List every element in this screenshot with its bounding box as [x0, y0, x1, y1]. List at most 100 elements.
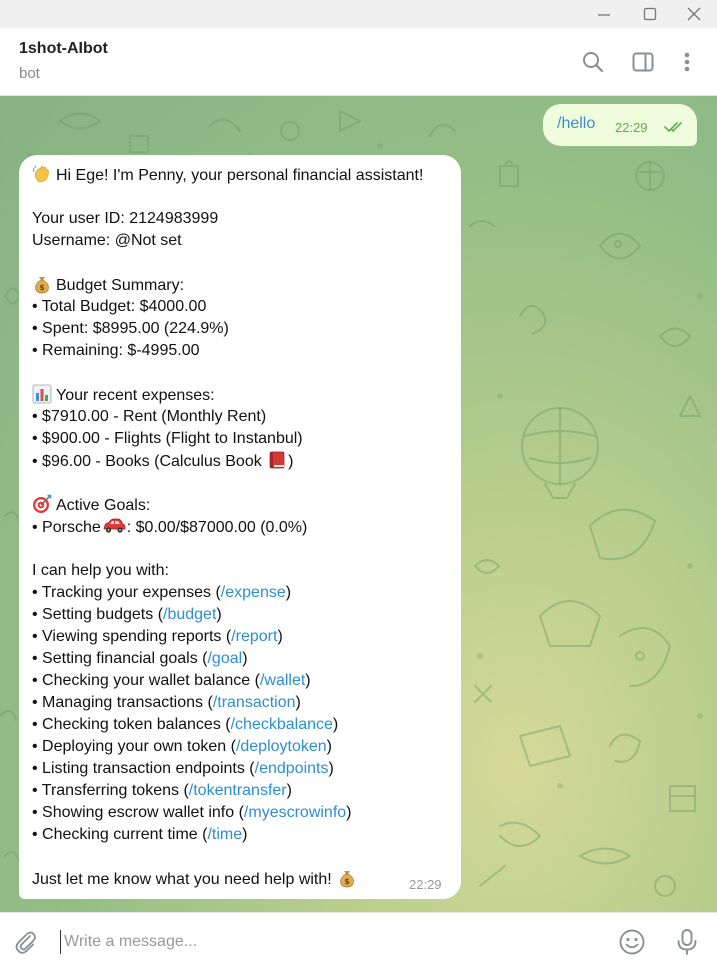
- close-icon: [687, 7, 701, 21]
- outgoing-timestamp: 22:29: [615, 120, 648, 135]
- command-link[interactable]: /expense: [221, 584, 286, 601]
- help-item: • Setting budgets (/budget): [32, 604, 457, 626]
- budget-heading-text: Budget Summary:: [56, 277, 185, 294]
- chat-area[interactable]: /hello 22:29 Hi Ege! I'm Penny, your per…: [0, 96, 717, 912]
- help-item-end: ): [216, 606, 222, 623]
- help-item-end: ): [277, 628, 283, 645]
- car-icon: [103, 518, 126, 533]
- command-link[interactable]: /budget: [163, 606, 216, 623]
- closing-text: Just let me know what you need help with…: [32, 871, 337, 888]
- help-item-label: • Setting budgets (: [32, 606, 164, 623]
- target-icon: [33, 494, 52, 513]
- help-item: • Listing transaction endpoints (/endpoi…: [32, 758, 457, 780]
- command-link[interactable]: /goal: [207, 650, 242, 667]
- expense-item: • $900.00 - Flights (Flight to Instanbul…: [32, 430, 303, 447]
- help-item-label: • Setting financial goals (: [32, 650, 208, 667]
- minimize-icon: [598, 14, 610, 16]
- sidebar-toggle-button[interactable]: [629, 48, 657, 76]
- help-intro: I can help you with:: [32, 562, 169, 579]
- user-id-line: Your user ID: 2124983999: [32, 210, 219, 227]
- more-options-button[interactable]: [673, 48, 701, 76]
- emoji-icon: [619, 929, 645, 955]
- budget-heading: $ Budget Summary:: [32, 274, 457, 296]
- help-item: • Setting financial goals (/goal): [32, 648, 457, 670]
- greeting-text: Hi Ege! I'm Penny, your personal financi…: [56, 167, 424, 184]
- attach-button[interactable]: [12, 928, 40, 956]
- help-item-end: ): [285, 584, 292, 601]
- help-item-label: • Checking token balances (: [32, 716, 231, 733]
- message-body: Hi Ege! I'm Penny, your personal financi…: [32, 164, 457, 890]
- help-item-end: ): [328, 760, 334, 777]
- voice-message-button[interactable]: [673, 928, 701, 956]
- svg-text:$: $: [39, 283, 45, 292]
- help-item-end: ): [305, 672, 311, 689]
- help-item: • Checking current time (/time): [32, 824, 457, 846]
- waving-hand-icon: [33, 165, 49, 182]
- help-item-label: • Deploying your own token (: [32, 738, 236, 755]
- command-link[interactable]: /tokentransfer: [189, 782, 287, 799]
- command-link[interactable]: /transaction: [213, 694, 296, 711]
- expenses-heading-text: Your recent expenses:: [56, 387, 215, 404]
- help-item: • Managing transactions (/transaction): [32, 692, 457, 714]
- window-titlebar: [0, 0, 717, 28]
- command-link[interactable]: /time: [207, 826, 242, 843]
- command-link[interactable]: /myescrowinfo: [244, 804, 346, 821]
- search-button[interactable]: [579, 48, 607, 76]
- money-bag-icon: $: [340, 871, 354, 888]
- expense-item: • $96.00 - Books (Calculus Book ): [32, 450, 457, 472]
- budget-total-line: • Total Budget: $4000.00: [32, 298, 207, 315]
- bar-chart-icon: [32, 384, 52, 404]
- incoming-message[interactable]: Hi Ege! I'm Penny, your personal financi…: [19, 155, 461, 899]
- outgoing-command-link[interactable]: /hello: [557, 115, 595, 133]
- chat-title[interactable]: 1shot-AIbot: [19, 40, 108, 58]
- expense-item-end: ): [288, 453, 294, 470]
- help-item: • Checking token balances (/checkbalance…: [32, 714, 457, 736]
- help-item-label: • Transferring tokens (: [32, 782, 189, 799]
- help-item-end: ): [286, 782, 292, 799]
- command-link[interactable]: /report: [231, 628, 277, 645]
- help-item-label: • Tracking your expenses (: [32, 584, 221, 601]
- help-item: • Tracking your expenses (/expense): [32, 582, 457, 604]
- budget-remaining-line: • Remaining: $-4995.00: [32, 342, 200, 359]
- expense-item-text: • $96.00 - Books (Calculus Book: [32, 453, 267, 470]
- close-button[interactable]: [671, 0, 717, 28]
- book-icon: [269, 451, 285, 469]
- help-item-end: ): [346, 804, 352, 821]
- help-item-label: • Managing transactions (: [32, 694, 213, 711]
- message-composer: [0, 912, 717, 970]
- help-item-label: • Viewing spending reports (: [32, 628, 232, 645]
- command-link[interactable]: /checkbalance: [231, 716, 333, 733]
- outgoing-message[interactable]: /hello 22:29: [543, 104, 697, 146]
- goals-heading-text: Active Goals:: [56, 497, 151, 514]
- microphone-icon: [677, 929, 697, 955]
- budget-spent-line: • Spent: $8995.00 (224.9%): [32, 320, 229, 337]
- money-bag-icon: $: [35, 277, 49, 294]
- help-item-end: ): [332, 716, 339, 733]
- maximize-button[interactable]: [627, 0, 673, 28]
- chat-header: 1shot-AIbot bot: [0, 28, 717, 96]
- help-item-end: ): [295, 694, 301, 711]
- help-item: • Checking your wallet balance (/wallet): [32, 670, 457, 692]
- help-list: • Tracking your expenses (/expense) • Se…: [32, 582, 457, 846]
- command-link[interactable]: /deploytoken: [236, 738, 327, 755]
- double-check-icon: [664, 122, 682, 132]
- attach-icon: [15, 931, 36, 954]
- help-item-end: ): [242, 650, 248, 667]
- help-item-end: ): [242, 826, 248, 843]
- minimize-button[interactable]: [581, 0, 627, 28]
- username-line: Username: @Not set: [32, 232, 182, 249]
- goal-item: • Porsche : $0.00/$87000.00 (0.0%): [32, 516, 457, 538]
- help-item-label: • Checking your wallet balance (: [32, 672, 260, 689]
- command-link[interactable]: /endpoints: [255, 760, 329, 777]
- help-item: • Transferring tokens (/tokentransfer): [32, 780, 457, 802]
- help-item-end: ): [326, 738, 332, 755]
- message-input[interactable]: [60, 930, 580, 954]
- help-item: • Showing escrow wallet info (/myescrowi…: [32, 802, 457, 824]
- maximize-icon: [643, 7, 657, 21]
- chat-subtitle: bot: [19, 65, 40, 82]
- emoji-button[interactable]: [618, 928, 646, 956]
- help-item-label: • Listing transaction endpoints (: [32, 760, 255, 777]
- search-icon: [583, 52, 604, 73]
- command-link[interactable]: /wallet: [260, 672, 305, 689]
- svg-text:$: $: [344, 877, 350, 886]
